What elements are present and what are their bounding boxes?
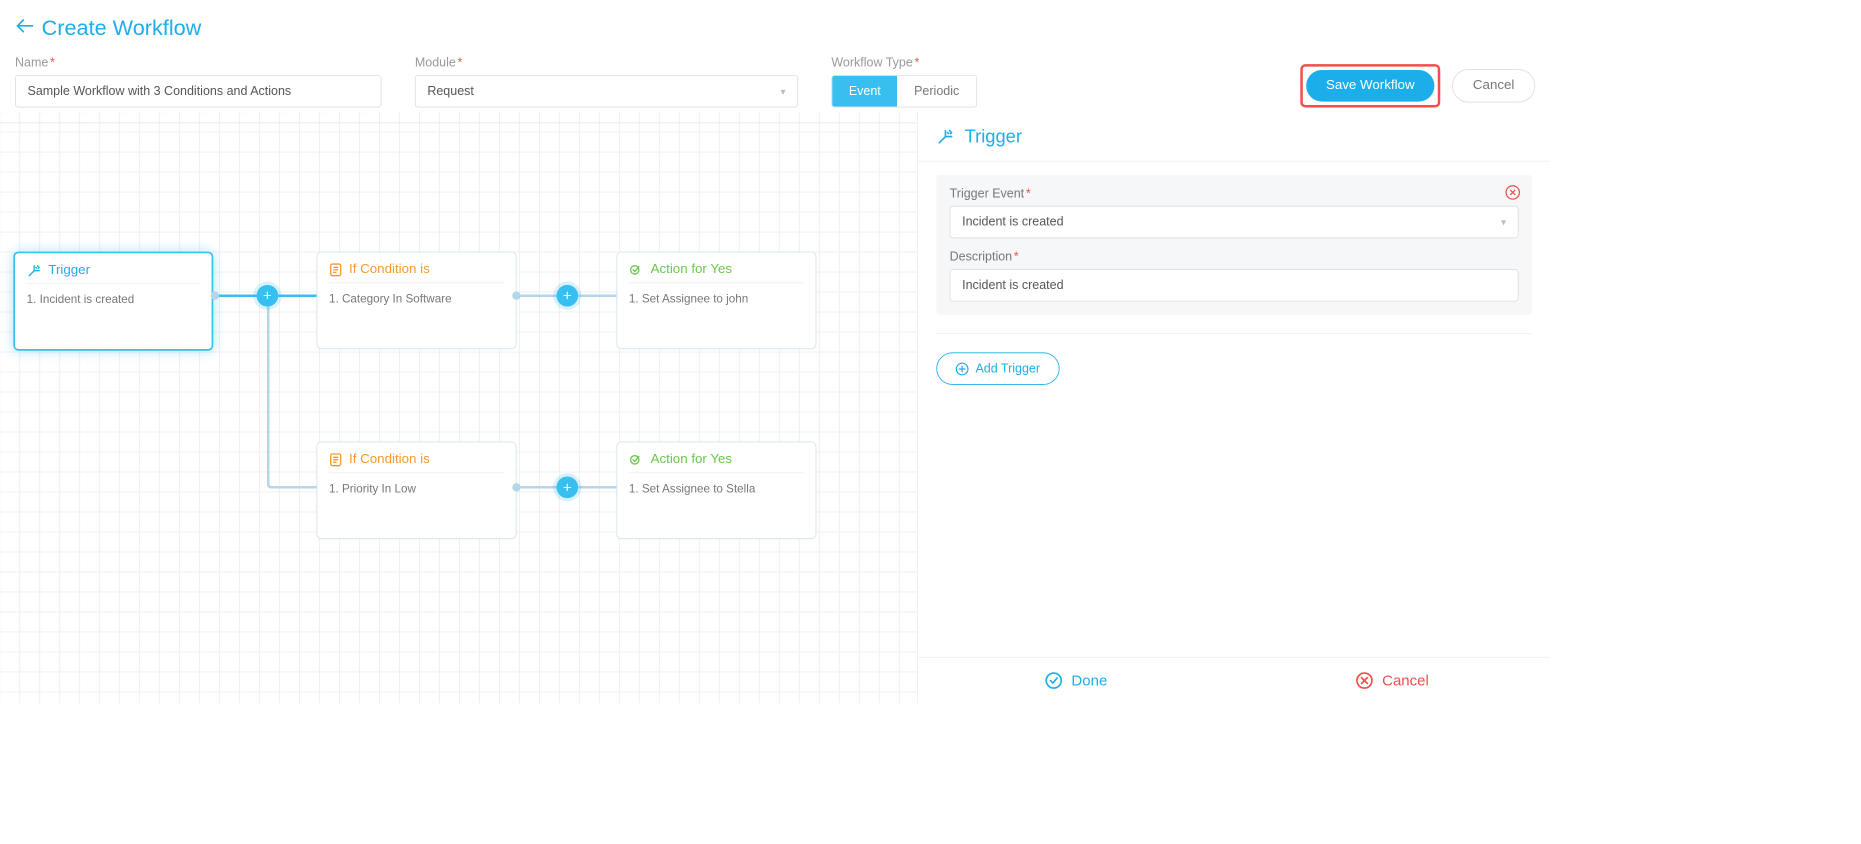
add-trigger-button[interactable]: Add Trigger: [936, 352, 1059, 384]
trigger-icon: [27, 263, 42, 278]
condition-node-2-title: If Condition is: [349, 452, 430, 467]
save-workflow-button[interactable]: Save Workflow: [1306, 70, 1435, 102]
add-branch-button[interactable]: +: [556, 476, 578, 498]
name-label: Name: [15, 56, 48, 70]
module-field-group: Module* Request ▾: [415, 56, 798, 108]
workflow-type-label: Workflow Type: [831, 56, 912, 70]
action-node-1-item: 1. Set Assignee to john: [629, 290, 804, 307]
description-label: Description: [950, 250, 1013, 264]
chevron-down-icon: ▾: [1501, 216, 1506, 228]
condition-node-1-item: 1. Category In Software: [329, 290, 504, 307]
back-arrow-icon[interactable]: [15, 18, 33, 38]
name-input[interactable]: [15, 75, 382, 107]
required-asterisk: *: [1014, 250, 1019, 264]
condition-node-2[interactable]: If Condition is 1. Priority In Low: [317, 441, 517, 538]
module-value: Request: [427, 84, 474, 98]
node-port[interactable]: [512, 483, 520, 491]
action-node-1[interactable]: Action for Yes 1. Set Assignee to john: [616, 252, 816, 349]
action-icon: [629, 452, 644, 467]
panel-cancel-button[interactable]: Cancel: [1234, 658, 1550, 703]
panel-done-button[interactable]: Done: [918, 658, 1234, 703]
type-periodic-button[interactable]: Periodic: [897, 76, 975, 107]
workflow-type-toggle: Event Periodic: [831, 75, 976, 107]
panel-divider: [936, 333, 1532, 334]
remove-trigger-button[interactable]: [1505, 185, 1520, 204]
action-node-2[interactable]: Action for Yes 1. Set Assignee to Stella: [616, 441, 816, 538]
node-port[interactable]: [512, 292, 520, 300]
trigger-node[interactable]: Trigger 1. Incident is created: [13, 252, 213, 351]
description-input[interactable]: [950, 269, 1519, 301]
chevron-down-icon: ▾: [780, 85, 785, 97]
required-asterisk: *: [50, 56, 55, 70]
save-highlight-box: Save Workflow: [1300, 64, 1440, 107]
check-circle-icon: [1045, 671, 1063, 689]
action-node-2-title: Action for Yes: [651, 452, 733, 467]
name-field-group: Name*: [15, 56, 382, 108]
cancel-label: Cancel: [1382, 672, 1429, 689]
trigger-panel-icon: [936, 127, 954, 145]
node-port[interactable]: [211, 292, 219, 300]
header-bar: Create Workflow Name* Module* Request ▾ …: [0, 0, 1550, 123]
done-label: Done: [1071, 672, 1107, 689]
add-trigger-label: Add Trigger: [975, 362, 1040, 376]
trigger-event-value: Incident is created: [962, 215, 1063, 229]
required-asterisk: *: [1026, 187, 1031, 201]
trigger-event-select[interactable]: Incident is created ▾: [950, 206, 1519, 238]
trigger-node-title: Trigger: [48, 263, 90, 278]
condition-icon: [329, 262, 342, 277]
add-branch-button[interactable]: +: [257, 285, 279, 307]
trigger-field-block: Trigger Event* Incident is created ▾ Des…: [936, 175, 1532, 315]
close-circle-icon: [1355, 671, 1373, 689]
action-icon: [629, 262, 644, 277]
action-node-1-title: Action for Yes: [651, 262, 733, 277]
condition-node-1[interactable]: If Condition is 1. Category In Software: [317, 252, 517, 349]
panel-title: Trigger: [965, 126, 1022, 148]
trigger-node-item: 1. Incident is created: [27, 291, 200, 308]
condition-node-1-title: If Condition is: [349, 262, 430, 277]
type-event-button[interactable]: Event: [832, 76, 897, 107]
module-label: Module: [415, 56, 456, 70]
page-title: Create Workflow: [42, 15, 202, 41]
required-asterisk: *: [457, 56, 462, 70]
action-node-2-item: 1. Set Assignee to Stella: [629, 480, 804, 497]
plus-circle-icon: [955, 362, 968, 375]
required-asterisk: *: [914, 56, 919, 70]
add-branch-button[interactable]: +: [556, 285, 578, 307]
workflow-type-group: Workflow Type* Event Periodic: [831, 56, 976, 108]
trigger-event-label: Trigger Event: [950, 187, 1025, 201]
module-select[interactable]: Request ▾: [415, 75, 798, 107]
cancel-button[interactable]: Cancel: [1452, 69, 1535, 102]
condition-node-2-item: 1. Priority In Low: [329, 480, 504, 497]
trigger-side-panel: Trigger Trigger Event* Incident is creat…: [917, 112, 1550, 703]
condition-icon: [329, 452, 342, 467]
